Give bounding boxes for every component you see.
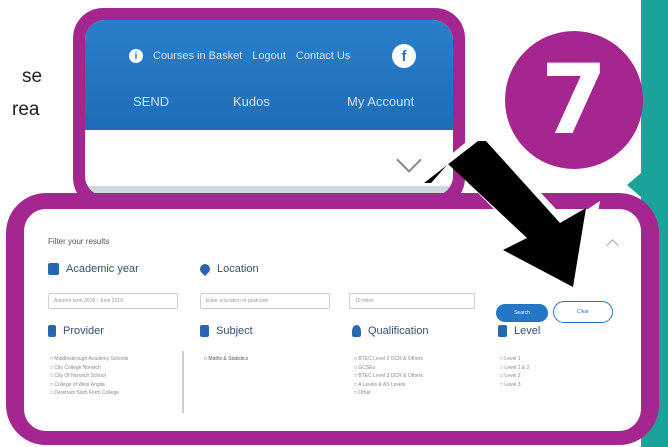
pointer-arrow-icon [416,134,600,300]
